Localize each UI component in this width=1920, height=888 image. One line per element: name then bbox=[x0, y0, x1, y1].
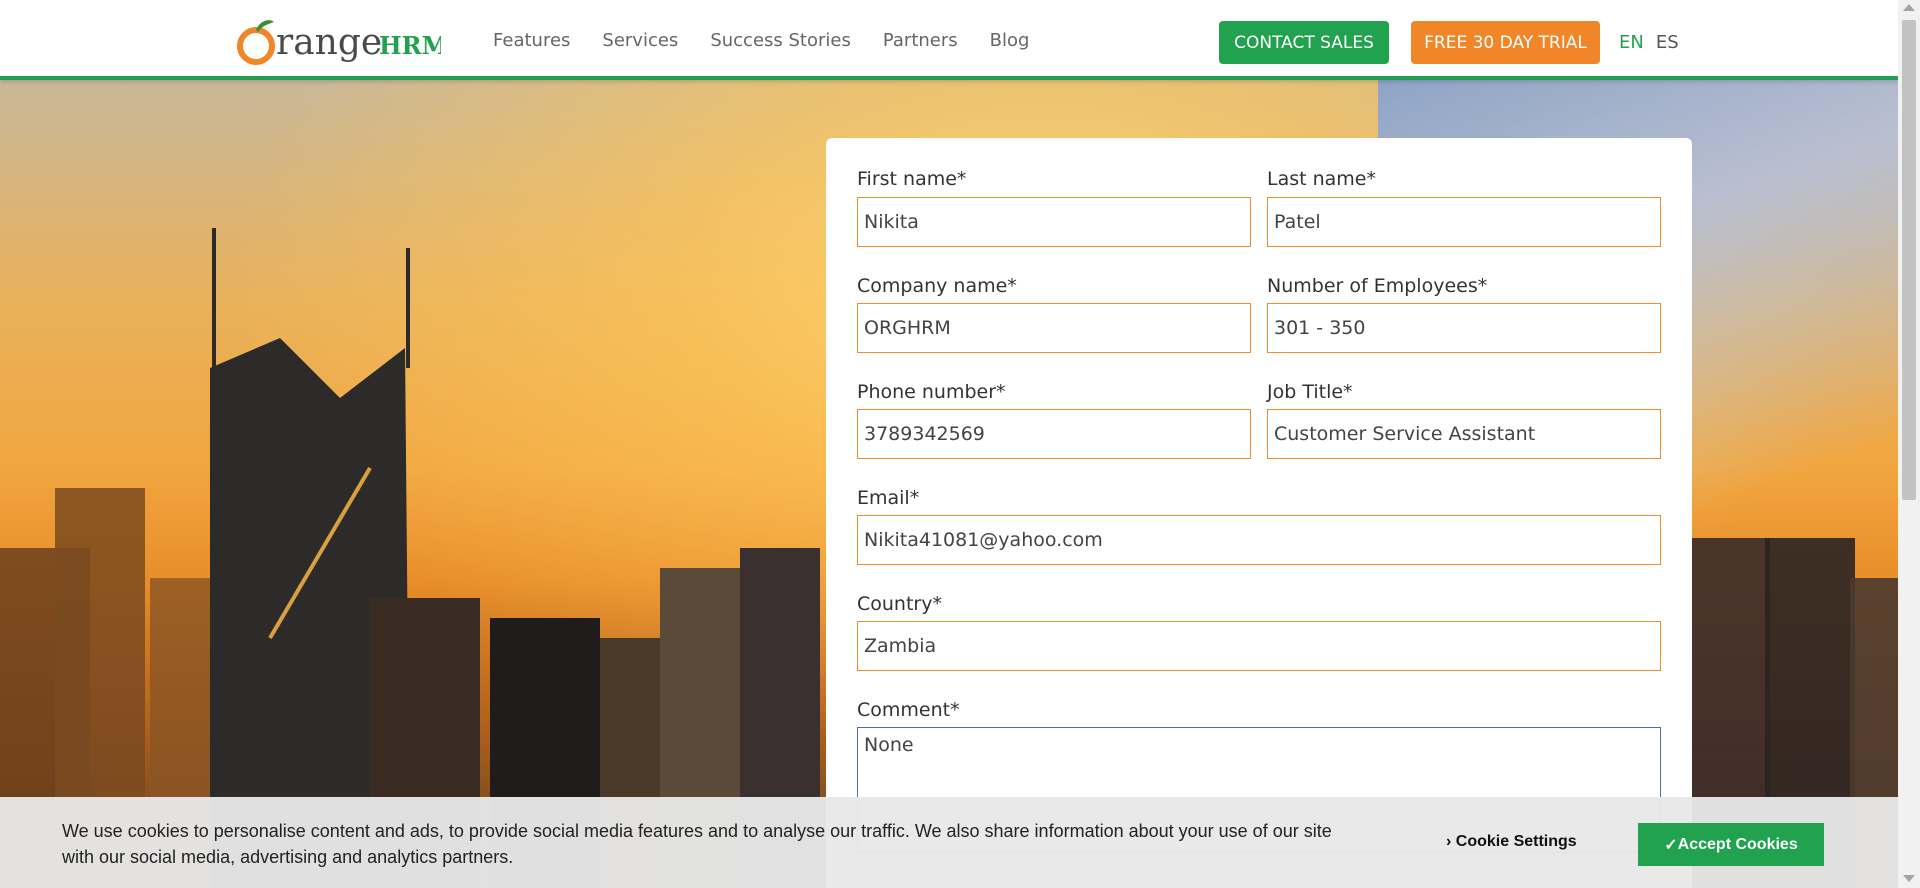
language-switcher: EN ES bbox=[1619, 32, 1679, 53]
phone-label: Phone number* bbox=[857, 381, 1006, 403]
cookie-settings-link[interactable]: › Cookie Settings bbox=[1446, 833, 1577, 851]
country-select[interactable]: Zambia bbox=[857, 621, 1661, 671]
nav-services[interactable]: Services bbox=[602, 30, 678, 51]
svg-text:range: range bbox=[276, 22, 382, 63]
contact-form-card: First name* Nikita Last name* Patel Comp… bbox=[826, 138, 1692, 888]
job-title-input[interactable]: Customer Service Assistant bbox=[1267, 409, 1661, 459]
last-name-input[interactable]: Patel bbox=[1267, 197, 1661, 247]
nav-blog[interactable]: Blog bbox=[990, 30, 1030, 51]
page-scrollbar[interactable] bbox=[1898, 0, 1920, 888]
email-input[interactable]: Nikita41081@yahoo.com bbox=[857, 515, 1661, 565]
job-title-label: Job Title* bbox=[1267, 381, 1353, 403]
cookie-settings-label: Cookie Settings bbox=[1455, 833, 1577, 850]
chevron-right-icon: › bbox=[1446, 833, 1452, 850]
company-name-input[interactable]: ORGHRM bbox=[857, 303, 1251, 353]
orangehrm-logo[interactable]: range HRM bbox=[236, 12, 448, 68]
cookie-message: We use cookies to personalise content an… bbox=[62, 821, 1332, 867]
nav-partners[interactable]: Partners bbox=[883, 30, 958, 51]
country-label: Country* bbox=[857, 593, 942, 615]
contact-sales-button[interactable]: CONTACT SALES bbox=[1219, 21, 1389, 64]
lang-en-link[interactable]: EN bbox=[1619, 32, 1644, 53]
nav-success-stories[interactable]: Success Stories bbox=[710, 30, 851, 51]
company-name-label: Company name* bbox=[857, 275, 1017, 297]
scroll-down-arrow-icon[interactable] bbox=[1903, 875, 1915, 882]
main-nav: Features Services Success Stories Partne… bbox=[493, 30, 1029, 51]
accept-cookies-label: Accept Cookies bbox=[1677, 835, 1798, 853]
checkmark-icon: ✓ bbox=[1664, 836, 1678, 854]
email-label: Email* bbox=[857, 487, 920, 509]
phone-input[interactable]: 3789342569 bbox=[857, 409, 1251, 459]
logo-graphic: range HRM bbox=[237, 20, 448, 65]
employees-select[interactable]: 301 - 350 bbox=[1267, 303, 1661, 353]
scroll-thumb[interactable] bbox=[1902, 20, 1916, 500]
free-trial-button[interactable]: FREE 30 DAY TRIAL bbox=[1411, 21, 1600, 64]
comment-label: Comment* bbox=[857, 699, 960, 721]
lang-es-link[interactable]: ES bbox=[1656, 32, 1679, 53]
last-name-label: Last name* bbox=[1267, 168, 1376, 190]
accept-cookies-button[interactable]: ✓ Accept Cookies bbox=[1638, 823, 1824, 866]
svg-text:HRM: HRM bbox=[379, 31, 441, 60]
site-header: range HRM Features Services Success Stor… bbox=[0, 0, 1898, 80]
nav-features[interactable]: Features bbox=[493, 30, 570, 51]
scroll-up-arrow-icon[interactable] bbox=[1903, 4, 1915, 11]
employees-label: Number of Employees* bbox=[1267, 275, 1488, 297]
first-name-label: First name* bbox=[857, 168, 967, 190]
first-name-input[interactable]: Nikita bbox=[857, 197, 1251, 247]
